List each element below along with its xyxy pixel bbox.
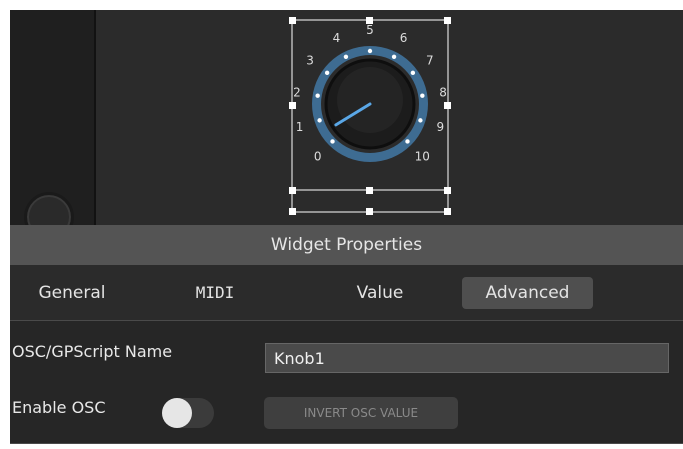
- invert-osc-value-button[interactable]: INVERT OSC VALUE: [264, 397, 458, 429]
- enable-osc-label: Enable OSC: [12, 398, 106, 417]
- scale-dot: [317, 118, 322, 123]
- tab-general[interactable]: General: [22, 277, 122, 309]
- app-window: 0 1 2 3 4 5 6 7 8 9 10 Widget Properties General M…: [10, 10, 683, 444]
- scale-dot: [330, 139, 335, 144]
- enable-osc-toggle[interactable]: [162, 398, 214, 428]
- scale-label: 8: [439, 85, 447, 99]
- scale-dot: [324, 70, 330, 76]
- scale-label: 3: [306, 54, 314, 68]
- scale-label: 7: [426, 54, 434, 68]
- scale-dot: [420, 93, 425, 98]
- scale-dot: [391, 54, 397, 59]
- side-panel: [10, 10, 94, 242]
- scale-dot: [367, 48, 373, 54]
- scale-dot: [315, 93, 320, 98]
- scale-label: 2: [293, 85, 301, 99]
- widget-properties-header: Widget Properties: [10, 225, 683, 265]
- scale-label: 5: [366, 23, 374, 37]
- properties-tab-bar: General MIDI Value Advanced: [10, 265, 683, 321]
- tab-value[interactable]: Value: [340, 277, 420, 309]
- scale-label: 10: [415, 149, 430, 163]
- scale-label: 4: [333, 31, 341, 45]
- osc-name-label: OSC/GPScript Name: [12, 342, 173, 361]
- scale-label: 1: [296, 120, 304, 134]
- divider: [10, 443, 683, 444]
- scale-label: 6: [400, 31, 408, 45]
- scale-dot: [418, 118, 423, 123]
- toggle-thumb: [162, 398, 192, 428]
- scale-dot: [410, 70, 416, 76]
- advanced-panel: OSC/GPScript Name Enable OSC INVERT OSC …: [10, 321, 683, 444]
- osc-name-input[interactable]: [265, 343, 669, 373]
- scale-dot: [405, 139, 410, 144]
- knob-top: [337, 67, 403, 133]
- tab-advanced[interactable]: Advanced: [462, 277, 593, 309]
- scale-label: 9: [437, 120, 445, 134]
- scale-label: 0: [314, 149, 322, 163]
- tab-midi[interactable]: MIDI: [180, 277, 250, 309]
- knob-widget-selection[interactable]: 0 1 2 3 4 5 6 7 8 9 10: [280, 10, 460, 225]
- scale-dot: [343, 54, 349, 59]
